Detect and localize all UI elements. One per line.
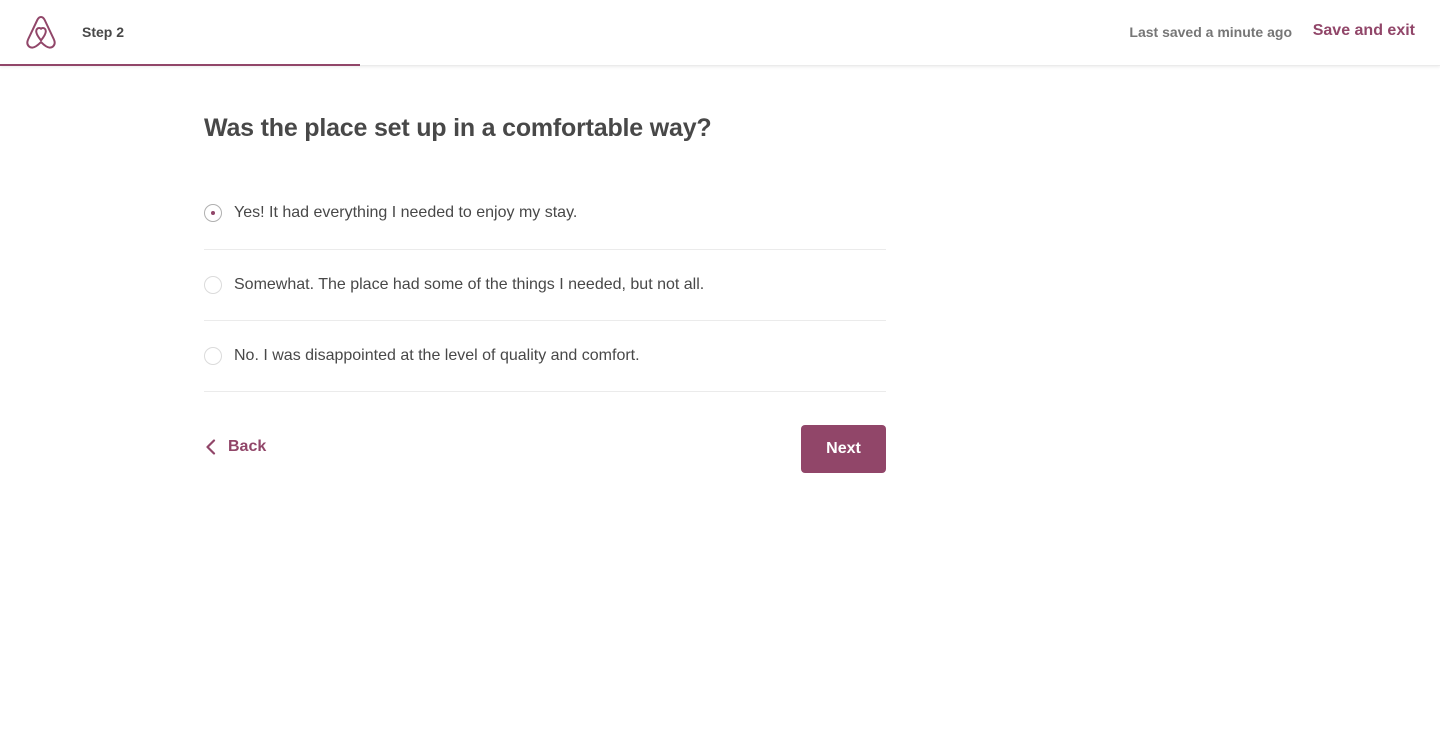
progress-bar <box>0 64 1440 66</box>
option-label: Somewhat. The place had some of the thin… <box>234 276 705 293</box>
option-yes[interactable]: Yes! It had everything I needed to enjoy… <box>204 192 886 250</box>
back-label: Back <box>228 438 267 455</box>
answer-options: Yes! It had everything I needed to enjoy… <box>204 192 886 392</box>
radio-button[interactable] <box>204 276 222 294</box>
last-saved-status: Last saved a minute ago <box>1129 24 1292 40</box>
question-title: Was the place set up in a comfortable wa… <box>204 114 712 142</box>
question-panel: Was the place set up in a comfortable wa… <box>204 110 886 473</box>
save-and-exit-button[interactable]: Save and exit <box>1313 21 1415 41</box>
back-button[interactable]: Back <box>204 437 266 457</box>
next-button[interactable]: Next <box>801 425 886 473</box>
option-label: Yes! It had everything I needed to enjoy… <box>234 204 578 221</box>
step-label: Step 2 <box>82 24 125 40</box>
option-no[interactable]: No. I was disappointed at the level of q… <box>204 321 886 392</box>
option-somewhat[interactable]: Somewhat. The place had some of the thin… <box>204 250 886 321</box>
option-label: No. I was disappointed at the level of q… <box>234 347 640 364</box>
navigation-footer: Back Next <box>204 425 886 473</box>
airbnb-logo-icon[interactable] <box>24 14 58 50</box>
radio-button[interactable] <box>204 204 222 222</box>
top-bar: Step 2 Last saved a minute ago Save and … <box>0 0 1440 66</box>
radio-button[interactable] <box>204 347 222 365</box>
progress-bar-fill <box>0 64 360 66</box>
chevron-left-icon <box>206 439 216 455</box>
